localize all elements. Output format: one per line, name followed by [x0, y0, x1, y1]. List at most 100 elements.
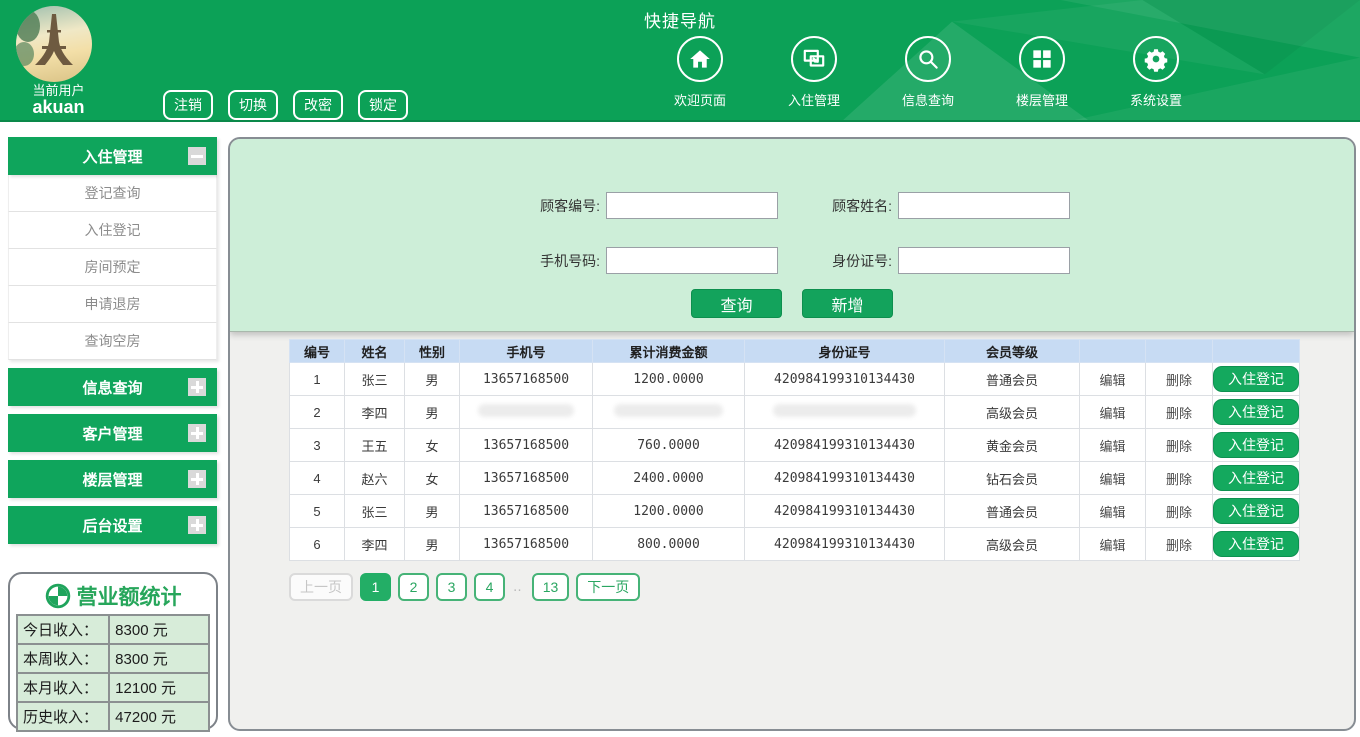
current-user-name: akuan [6, 98, 111, 118]
checkin-button[interactable]: 入住登记 [1213, 399, 1299, 425]
query-button[interactable]: 查询 [691, 289, 782, 318]
form-pair: 身份证号: [806, 247, 1070, 274]
edit-link[interactable]: 编辑 [1099, 373, 1125, 388]
cell-amount: 2400.0000 [593, 462, 745, 495]
edit-link[interactable]: 编辑 [1099, 472, 1125, 487]
page-button-2[interactable]: 2 [398, 573, 429, 601]
cell-id_card: 420984199310134430 [745, 363, 945, 396]
cell-level: 高级会员 [945, 396, 1080, 429]
redacted-value [614, 404, 723, 417]
delete-link[interactable]: 删除 [1166, 373, 1192, 388]
id-card-input[interactable] [898, 247, 1070, 274]
sidebar-submenu: 登记查询入住登记房间预定申请退房查询空房 [8, 175, 217, 360]
nav-item-checkin[interactable]: 入住管理 [762, 36, 866, 109]
checkin-button[interactable]: 入住登记 [1213, 465, 1299, 491]
stats-row: 本月收入：12100 元 [17, 673, 209, 702]
page-button-3[interactable]: 3 [436, 573, 467, 601]
stats-value: 12100 元 [109, 673, 209, 702]
col-header-3: 手机号 [460, 340, 593, 363]
sidebar-section-1[interactable]: 信息查询 [8, 368, 217, 406]
sidebar-item-0-0[interactable]: 登记查询 [8, 175, 217, 212]
checkin-button[interactable]: 入住登记 [1213, 531, 1299, 557]
cell-id_card [745, 396, 945, 429]
sidebar-section-0[interactable]: 入住管理 [8, 137, 217, 175]
cell-phone: 13657168500 [460, 363, 593, 396]
customer-table-wrap: 编号姓名性别手机号累计消费金额身份证号会员等级 1张三男136571685001… [289, 339, 1300, 561]
delete-link[interactable]: 删除 [1166, 538, 1192, 553]
edit-link[interactable]: 编辑 [1099, 505, 1125, 520]
cell-name: 李四 [345, 396, 405, 429]
stats-value: 8300 元 [109, 644, 209, 673]
checkin-button[interactable]: 入住登记 [1213, 498, 1299, 524]
sidebar-item-0-1[interactable]: 入住登记 [8, 212, 217, 249]
customer-no-input[interactable] [606, 192, 778, 219]
collapse-icon[interactable] [188, 147, 206, 165]
header-action-1[interactable]: 切换 [228, 90, 278, 120]
expand-icon[interactable] [188, 516, 206, 534]
header-action-2[interactable]: 改密 [293, 90, 343, 120]
stats-label: 本周收入： [17, 644, 109, 673]
cell-checkin: 入住登记 [1213, 396, 1300, 429]
col-header-9 [1213, 340, 1300, 363]
cell-amount: 1200.0000 [593, 495, 745, 528]
sidebar-section-label: 楼层管理 [8, 469, 217, 490]
customer-name-input[interactable] [898, 192, 1070, 219]
stats-row: 本周收入：8300 元 [17, 644, 209, 673]
checkin-button[interactable]: 入住登记 [1213, 432, 1299, 458]
cell-amount: 1200.0000 [593, 363, 745, 396]
delete-link[interactable]: 删除 [1166, 505, 1192, 520]
form-pair: 顾客姓名: [806, 192, 1070, 219]
nav-label: 入住管理 [788, 90, 840, 109]
next-page-button[interactable]: 下一页 [576, 573, 640, 601]
cell-gender: 男 [405, 363, 460, 396]
sidebar-item-0-3[interactable]: 申请退房 [8, 286, 217, 323]
nav-item-floor[interactable]: 楼层管理 [990, 36, 1094, 109]
search-form-row-1: 顾客编号:顾客姓名: [230, 192, 1354, 219]
cell-phone [460, 396, 593, 429]
expand-icon[interactable] [188, 378, 206, 396]
stats-label: 历史收入： [17, 702, 109, 731]
stats-row: 今日收入：8300 元 [17, 615, 209, 644]
cell-name: 张三 [345, 495, 405, 528]
col-header-8 [1146, 340, 1213, 363]
sidebar-item-0-2[interactable]: 房间预定 [8, 249, 217, 286]
checkin-button[interactable]: 入住登记 [1213, 366, 1299, 392]
table-row: 3王五女13657168500760.000042098419931013443… [290, 429, 1300, 462]
nav-item-settings[interactable]: 系统设置 [1104, 36, 1208, 109]
pagination: 上一页1234‥13下一页 [289, 573, 640, 601]
sidebar-section-label: 入住管理 [8, 146, 217, 167]
header-action-3[interactable]: 锁定 [358, 90, 408, 120]
page-button-13[interactable]: 13 [532, 573, 570, 601]
delete-link[interactable]: 删除 [1166, 472, 1192, 487]
sidebar-section-2[interactable]: 客户管理 [8, 414, 217, 452]
edit-link[interactable]: 编辑 [1099, 538, 1125, 553]
nav-item-info-query[interactable]: 信息查询 [876, 36, 980, 109]
cell-edit: 编辑 [1080, 528, 1146, 561]
delete-link[interactable]: 删除 [1166, 439, 1192, 454]
sidebar-item-0-4[interactable]: 查询空房 [8, 323, 217, 360]
cell-checkin: 入住登记 [1213, 462, 1300, 495]
delete-link[interactable]: 删除 [1166, 406, 1192, 421]
nav-label: 楼层管理 [1016, 90, 1068, 109]
phone-number-input[interactable] [606, 247, 778, 274]
page-button-4[interactable]: 4 [474, 573, 505, 601]
col-header-5: 身份证号 [745, 340, 945, 363]
nav-item-welcome[interactable]: 欢迎页面 [648, 36, 752, 109]
page: 快捷导航 当前用户 akuan 注销切换改密锁定 欢迎页面入住管理信息查询楼层管… [0, 0, 1360, 737]
sidebar-section-3[interactable]: 楼层管理 [8, 460, 217, 498]
header-action-0[interactable]: 注销 [163, 90, 213, 120]
table-row: 4赵六女136571685002400.00004209841993101344… [290, 462, 1300, 495]
edit-link[interactable]: 编辑 [1099, 406, 1125, 421]
prev-page-button[interactable]: 上一页 [289, 573, 353, 601]
expand-icon[interactable] [188, 470, 206, 488]
page-button-1[interactable]: 1 [360, 573, 391, 601]
cell-name: 赵六 [345, 462, 405, 495]
sidebar-section-4[interactable]: 后台设置 [8, 506, 217, 544]
cell-delete: 删除 [1146, 495, 1213, 528]
cell-id: 6 [290, 528, 345, 561]
stats-value: 8300 元 [109, 615, 209, 644]
edit-link[interactable]: 编辑 [1099, 439, 1125, 454]
add-button[interactable]: 新增 [802, 289, 893, 318]
expand-icon[interactable] [188, 424, 206, 442]
cell-edit: 编辑 [1080, 363, 1146, 396]
